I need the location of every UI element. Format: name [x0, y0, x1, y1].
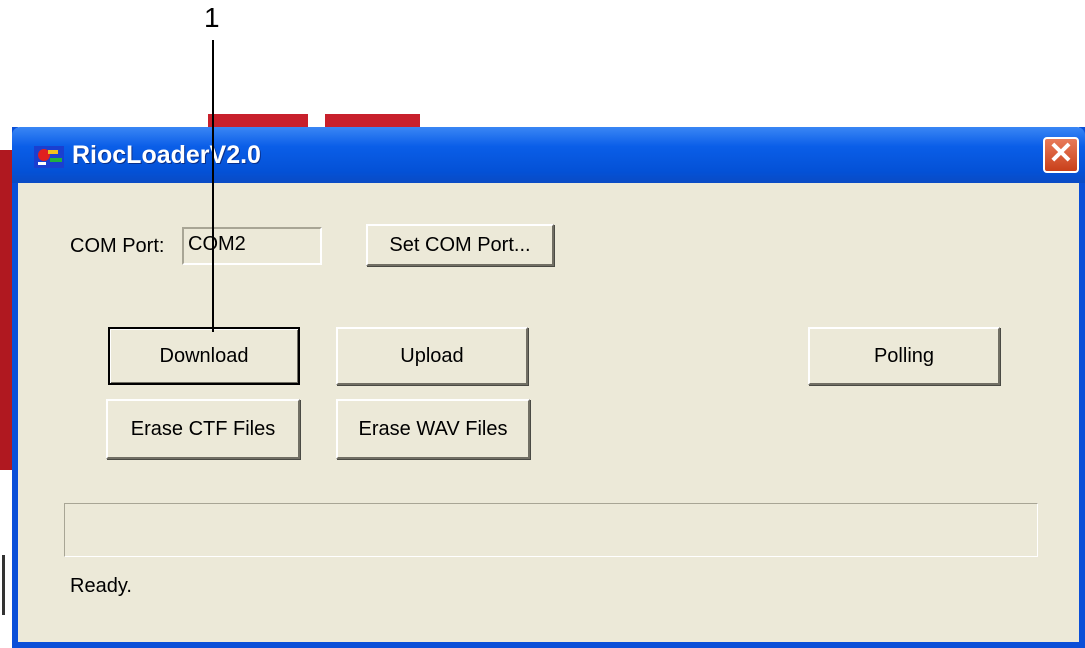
com-port-label: COM Port:: [70, 235, 165, 257]
window-title: RiocLoaderV2.0: [72, 141, 261, 169]
set-com-port-button[interactable]: Set COM Port...: [366, 224, 554, 266]
app-icon: [34, 146, 64, 168]
dialog-body: COM Port: COM2 Set COM Port... Download …: [18, 183, 1079, 642]
polling-button[interactable]: Polling: [808, 327, 1000, 385]
callout-leader-line: [212, 40, 214, 332]
background-window-fragment: [0, 150, 12, 470]
callout-number: 1: [204, 2, 220, 33]
background-window-fragment: [2, 555, 5, 615]
close-button[interactable]: ✕: [1043, 137, 1079, 173]
upload-button[interactable]: Upload: [336, 327, 528, 385]
status-text: Ready.: [70, 575, 132, 597]
title-bar[interactable]: RiocLoaderV2.0 ✕: [12, 127, 1085, 183]
progress-bar: [64, 503, 1038, 557]
dialog-window: RiocLoaderV2.0 ✕ COM Port: COM2 Set COM …: [12, 127, 1085, 648]
erase-ctf-files-button[interactable]: Erase CTF Files: [106, 399, 300, 459]
erase-wav-files-button[interactable]: Erase WAV Files: [336, 399, 530, 459]
download-button[interactable]: Download: [108, 327, 300, 385]
com-port-field: COM2: [182, 227, 322, 265]
